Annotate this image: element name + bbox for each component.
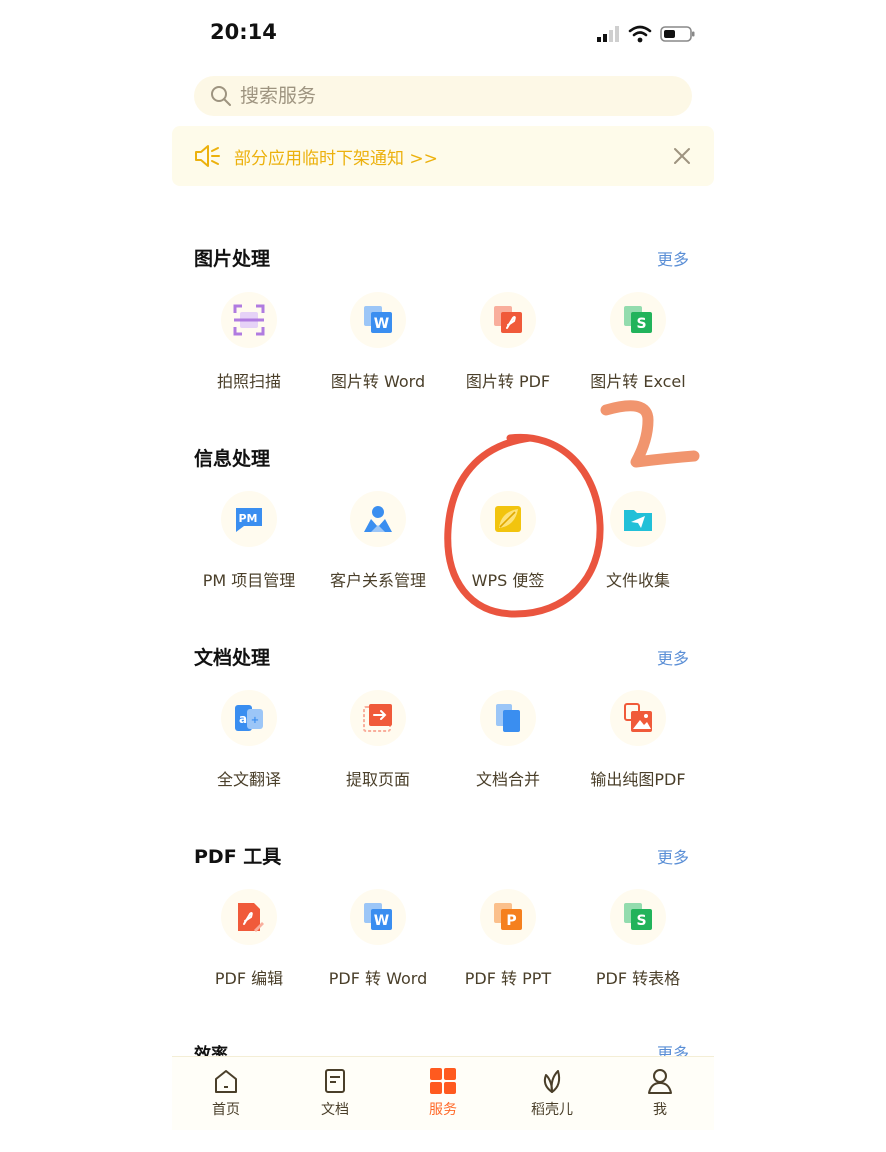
tool-extract-page[interactable]: 提取页面 xyxy=(313,690,443,800)
search-bar[interactable] xyxy=(194,76,692,116)
ppt-doc-icon: P xyxy=(494,903,522,930)
tool-pdf-to-ppt[interactable]: P PDF 转 PPT xyxy=(443,889,573,999)
tool-pdf-edit[interactable]: PDF 编辑 xyxy=(184,889,314,999)
note-leaf-icon xyxy=(495,506,521,532)
tool-full-translate[interactable]: a + 全文翻译 xyxy=(184,690,314,800)
svg-text:PM: PM xyxy=(238,512,257,525)
tool-label: 客户关系管理 xyxy=(329,571,426,590)
tab-documents[interactable]: 文档 xyxy=(285,1067,385,1127)
tool-pdf-to-table[interactable]: S PDF 转表格 xyxy=(573,889,703,999)
tab-label: 我 xyxy=(653,1102,667,1118)
status-time: 20:14 xyxy=(210,20,277,44)
tab-docer[interactable]: 稻壳儿 xyxy=(502,1067,602,1127)
tool-merge-document[interactable]: 文档合并 xyxy=(443,690,573,800)
tool-label: PDF 转 Word xyxy=(328,969,428,988)
tool-pm-project[interactable]: PM PM 项目管理 xyxy=(184,491,314,601)
excel-doc-icon: S xyxy=(624,903,652,930)
pdf-edit-icon xyxy=(238,903,264,932)
svg-text:W: W xyxy=(374,913,389,929)
tool-label: PDF 转 PPT xyxy=(464,969,552,988)
word-doc-icon: W xyxy=(364,306,392,333)
tool-image-to-excel[interactable]: S 图片转 Excel xyxy=(573,292,703,402)
tool-label: 提取页面 xyxy=(345,770,410,789)
excel-doc-icon: S xyxy=(624,306,652,333)
status-icons xyxy=(596,24,696,44)
bottom-tab-bar: 首页 文档 服务 稻壳儿 我 xyxy=(172,1056,714,1130)
pdf-doc-icon xyxy=(494,306,522,333)
tool-label: 文件收集 xyxy=(605,571,670,590)
notice-text[interactable]: 部分应用临时下架通知 >> xyxy=(234,144,438,169)
battery-icon xyxy=(660,26,695,42)
customer-icon xyxy=(364,506,392,532)
svg-text:S: S xyxy=(636,316,646,332)
tab-me[interactable]: 我 xyxy=(610,1067,710,1127)
tool-pdf-to-word[interactable]: W PDF 转 Word xyxy=(313,889,443,999)
tool-label: PM 项目管理 xyxy=(202,571,296,590)
tool-file-collect[interactable]: 文件收集 xyxy=(573,491,703,601)
section-title-pdf-tools: PDF 工具 xyxy=(194,846,282,868)
tab-label: 首页 xyxy=(212,1102,240,1118)
more-link-pdf-tools[interactable]: 更多 xyxy=(657,844,689,868)
document-icon xyxy=(325,1069,345,1093)
more-link-document[interactable]: 更多 xyxy=(657,645,689,669)
section-title-image: 图片处理 xyxy=(194,248,271,270)
speaker-icon xyxy=(195,145,220,167)
word-doc-icon: W xyxy=(364,903,392,930)
tool-image-pdf-output[interactable]: 输出纯图PDF xyxy=(573,690,703,800)
more-link-image[interactable]: 更多 xyxy=(657,246,689,270)
tab-home[interactable]: 首页 xyxy=(176,1067,276,1127)
search-input[interactable] xyxy=(240,85,660,107)
tool-label: 全文翻译 xyxy=(216,770,281,789)
tool-label: WPS 便签 xyxy=(471,571,545,590)
tool-photo-scan[interactable]: 拍照扫描 xyxy=(184,292,314,402)
section-title-info: 信息处理 xyxy=(194,448,271,470)
wifi-icon xyxy=(628,25,652,43)
translate-icon: a + xyxy=(235,705,263,731)
svg-text:S: S xyxy=(636,913,646,929)
tool-wps-notes[interactable]: WPS 便签 xyxy=(443,491,573,601)
tool-label: 图片转 Word xyxy=(330,372,426,391)
svg-text:+: + xyxy=(251,715,259,726)
tool-label: 输出纯图PDF xyxy=(590,770,686,789)
home-icon xyxy=(215,1070,237,1093)
folder-send-icon xyxy=(624,510,652,531)
tool-image-to-pdf[interactable]: 图片转 PDF xyxy=(443,292,573,402)
tab-label: 稻壳儿 xyxy=(531,1102,573,1118)
tool-label: 图片转 Excel xyxy=(590,372,686,391)
tool-label: 图片转 PDF xyxy=(465,372,551,391)
extract-page-icon xyxy=(363,704,392,732)
svg-text:W: W xyxy=(374,316,389,332)
merge-doc-icon xyxy=(496,704,520,732)
pm-icon: PM xyxy=(236,508,262,532)
tool-label: 文档合并 xyxy=(475,770,540,789)
tool-label: PDF 编辑 xyxy=(214,969,284,988)
tool-image-to-word[interactable]: W 图片转 Word xyxy=(313,292,443,402)
notice-banner[interactable]: 部分应用临时下架通知 >> xyxy=(172,126,714,186)
annotation-number-two xyxy=(600,400,700,468)
tool-label: PDF 转表格 xyxy=(595,969,681,988)
tab-label: 服务 xyxy=(429,1102,457,1118)
tool-customer-crm[interactable]: 客户关系管理 xyxy=(313,491,443,601)
close-icon[interactable] xyxy=(670,144,694,168)
leaf-icon xyxy=(543,1070,561,1093)
scan-icon xyxy=(233,304,265,336)
svg-text:P: P xyxy=(506,913,516,929)
signal-icon xyxy=(597,26,619,42)
tool-label: 拍照扫描 xyxy=(216,372,281,391)
section-title-document: 文档处理 xyxy=(194,647,271,669)
tab-label: 文档 xyxy=(321,1102,349,1118)
status-bar: 20:14 xyxy=(0,0,886,68)
user-icon xyxy=(648,1069,672,1094)
tab-services[interactable]: 服务 xyxy=(393,1067,493,1127)
grid-icon xyxy=(430,1068,456,1094)
image-pdf-icon xyxy=(624,703,652,732)
svg-text:a: a xyxy=(239,712,247,726)
search-icon xyxy=(211,86,231,106)
